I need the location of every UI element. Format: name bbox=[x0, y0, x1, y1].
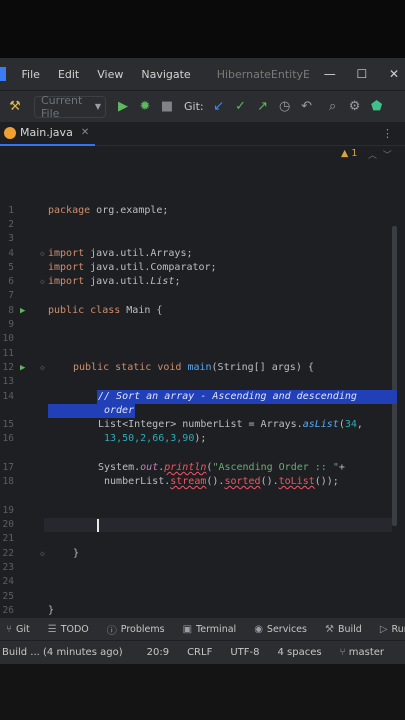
tab-label: Main.java bbox=[20, 126, 73, 139]
tool-window-run[interactable]: ▷Run bbox=[380, 624, 405, 635]
code-line-16: List<Integer> numberList = Arrays.asList… bbox=[98, 419, 363, 430]
run-icon[interactable]: ▶ bbox=[112, 99, 134, 114]
line-number: 3 bbox=[8, 233, 14, 244]
tool-window-build[interactable]: ⚒ Build bbox=[325, 624, 362, 635]
code-line-14-cont: order bbox=[104, 405, 135, 416]
code-line-4: import java.util.Arrays; bbox=[48, 248, 193, 259]
history-icon[interactable]: ◷ bbox=[274, 99, 296, 114]
tool-window-todo[interactable]: ☰ TODO bbox=[48, 624, 89, 635]
tool-window-problems[interactable]: ⓘ Problems bbox=[107, 622, 165, 637]
rollback-icon[interactable]: ↶ bbox=[296, 99, 318, 114]
java-class-icon bbox=[4, 126, 16, 139]
tab-main-java[interactable]: Main.java ✕ bbox=[0, 122, 96, 146]
chevron-down-icon: ▼ bbox=[94, 102, 101, 111]
terminal-icon: ▣ bbox=[182, 623, 193, 635]
services-icon: ◉ bbox=[254, 623, 263, 635]
stop-icon[interactable]: ■ bbox=[156, 99, 178, 114]
git-label: Git: bbox=[184, 100, 204, 113]
settings-gear-icon[interactable]: ⚙ bbox=[344, 99, 366, 114]
line-number: 2 bbox=[8, 219, 14, 230]
file-encoding[interactable]: UTF-8 bbox=[230, 647, 259, 658]
code-editor[interactable]: ▲ 1 ︿ ﹀ 1 2 3 4 5 6 7 8 9 10 11 12 13 14… bbox=[0, 146, 405, 616]
menu-file[interactable]: File bbox=[22, 68, 40, 81]
line-separator[interactable]: CRLF bbox=[187, 647, 212, 658]
git-commit-icon[interactable]: ✓ bbox=[230, 99, 252, 114]
tool-window-terminal[interactable]: ▣ Terminal bbox=[183, 624, 237, 635]
git-branch-icon: ⑂ bbox=[339, 647, 346, 658]
run-icon: ▷ bbox=[379, 623, 388, 635]
menu-bar: File Edit View Navigate HibernateEntityE… bbox=[0, 58, 405, 90]
main-toolbar: ⚒ Current File ▼ ▶ ✹ ■ Git: ↙ ✓ ↗ ◷ ↶ ⌕ … bbox=[0, 90, 405, 122]
code-line-26: } bbox=[48, 605, 55, 616]
caret-position[interactable]: 20:9 bbox=[147, 647, 169, 658]
minimize-button[interactable]: — bbox=[319, 67, 341, 81]
run-config-label: Current File bbox=[41, 93, 83, 120]
code-line-14-comment: // Sort an array - Ascending and descend… bbox=[98, 391, 357, 402]
code-line-18-cont: numberList.stream().sorted().toList()); bbox=[98, 476, 339, 487]
line-number: 19 bbox=[2, 505, 14, 516]
shield-icon[interactable]: ⬟ bbox=[366, 99, 388, 114]
line-number: 10 bbox=[2, 333, 14, 344]
code-line-6: import java.util.List; bbox=[48, 276, 181, 287]
build-hammer-icon[interactable]: ⚒ bbox=[4, 99, 26, 114]
problems-icon: ⓘ bbox=[106, 625, 117, 637]
close-tab-icon[interactable]: ✕ bbox=[81, 127, 89, 138]
close-button[interactable]: ✕ bbox=[383, 67, 405, 81]
code-line-12: public static void main(String[] args) { bbox=[73, 362, 314, 373]
code-line-18: System.out.println("Ascending Order :: "… bbox=[98, 462, 345, 473]
line-number: 7 bbox=[8, 290, 14, 301]
code-line-8: public class Main { bbox=[48, 305, 163, 316]
warning-count: 1 bbox=[351, 148, 358, 159]
line-number: 24 bbox=[2, 576, 14, 587]
bottom-letterbox bbox=[0, 664, 405, 720]
ide-window: File Edit View Navigate HibernateEntityE… bbox=[0, 58, 405, 664]
menu-navigate[interactable]: Navigate bbox=[141, 68, 190, 81]
status-bar: Build ... (4 minutes ago) 20:9 CRLF UTF-… bbox=[0, 640, 405, 664]
run-configuration-dropdown[interactable]: Current File ▼ bbox=[34, 93, 106, 120]
git-branch-widget[interactable]: ⑂ master bbox=[340, 647, 384, 658]
warning-indicator[interactable]: ▲ 1 bbox=[341, 148, 357, 159]
build-hammer-icon: ⚒ bbox=[324, 623, 334, 635]
git-update-icon[interactable]: ↙ bbox=[208, 99, 230, 114]
tool-window-services[interactable]: ◉ Services bbox=[254, 624, 307, 635]
todo-list-icon: ☰ bbox=[47, 623, 57, 635]
editor-tab-bar: Main.java ✕ ⋮ bbox=[0, 122, 405, 146]
more-options-icon[interactable]: ⋮ bbox=[382, 127, 393, 140]
code-line-16-cont: 13,50,2,66,3,90); bbox=[104, 433, 207, 444]
line-number: 21 bbox=[2, 533, 14, 544]
highlight-nav-arrows[interactable]: ︿ ﹀ bbox=[368, 148, 392, 161]
line-number: 23 bbox=[2, 562, 14, 573]
debug-bug-icon[interactable]: ✹ bbox=[134, 99, 156, 114]
menu-edit[interactable]: Edit bbox=[58, 68, 79, 81]
app-logo-icon bbox=[0, 67, 6, 81]
search-icon[interactable]: ⌕ bbox=[322, 99, 344, 114]
git-push-icon[interactable]: ↗ bbox=[252, 99, 274, 114]
tool-window-git[interactable]: ⑂ Git bbox=[6, 624, 30, 635]
line-number: 13 bbox=[2, 376, 14, 387]
warning-icon: ▲ bbox=[341, 148, 349, 159]
indent-setting[interactable]: 4 spaces bbox=[277, 647, 321, 658]
line-number: 20 bbox=[2, 519, 14, 530]
top-letterbox bbox=[0, 0, 405, 58]
build-status[interactable]: Build ... (4 minutes ago) bbox=[2, 647, 123, 658]
project-title: HibernateEntityExamp bbox=[216, 67, 309, 81]
code-line-5: import java.util.Comparator; bbox=[48, 262, 217, 273]
maximize-button[interactable]: ☐ bbox=[351, 67, 373, 81]
code-line-22: } bbox=[73, 548, 80, 559]
code-line-1: package org.example; bbox=[48, 205, 169, 216]
line-number: 9 bbox=[8, 319, 14, 330]
tool-window-bar: ⑂ Git ☰ TODO ⓘ Problems ▣ Terminal ◉ Services… bbox=[0, 618, 405, 640]
line-number: 25 bbox=[2, 591, 14, 602]
menu-view[interactable]: View bbox=[97, 68, 123, 81]
git-branch-icon: ⑂ bbox=[6, 623, 12, 635]
line-number: 11 bbox=[2, 348, 14, 359]
